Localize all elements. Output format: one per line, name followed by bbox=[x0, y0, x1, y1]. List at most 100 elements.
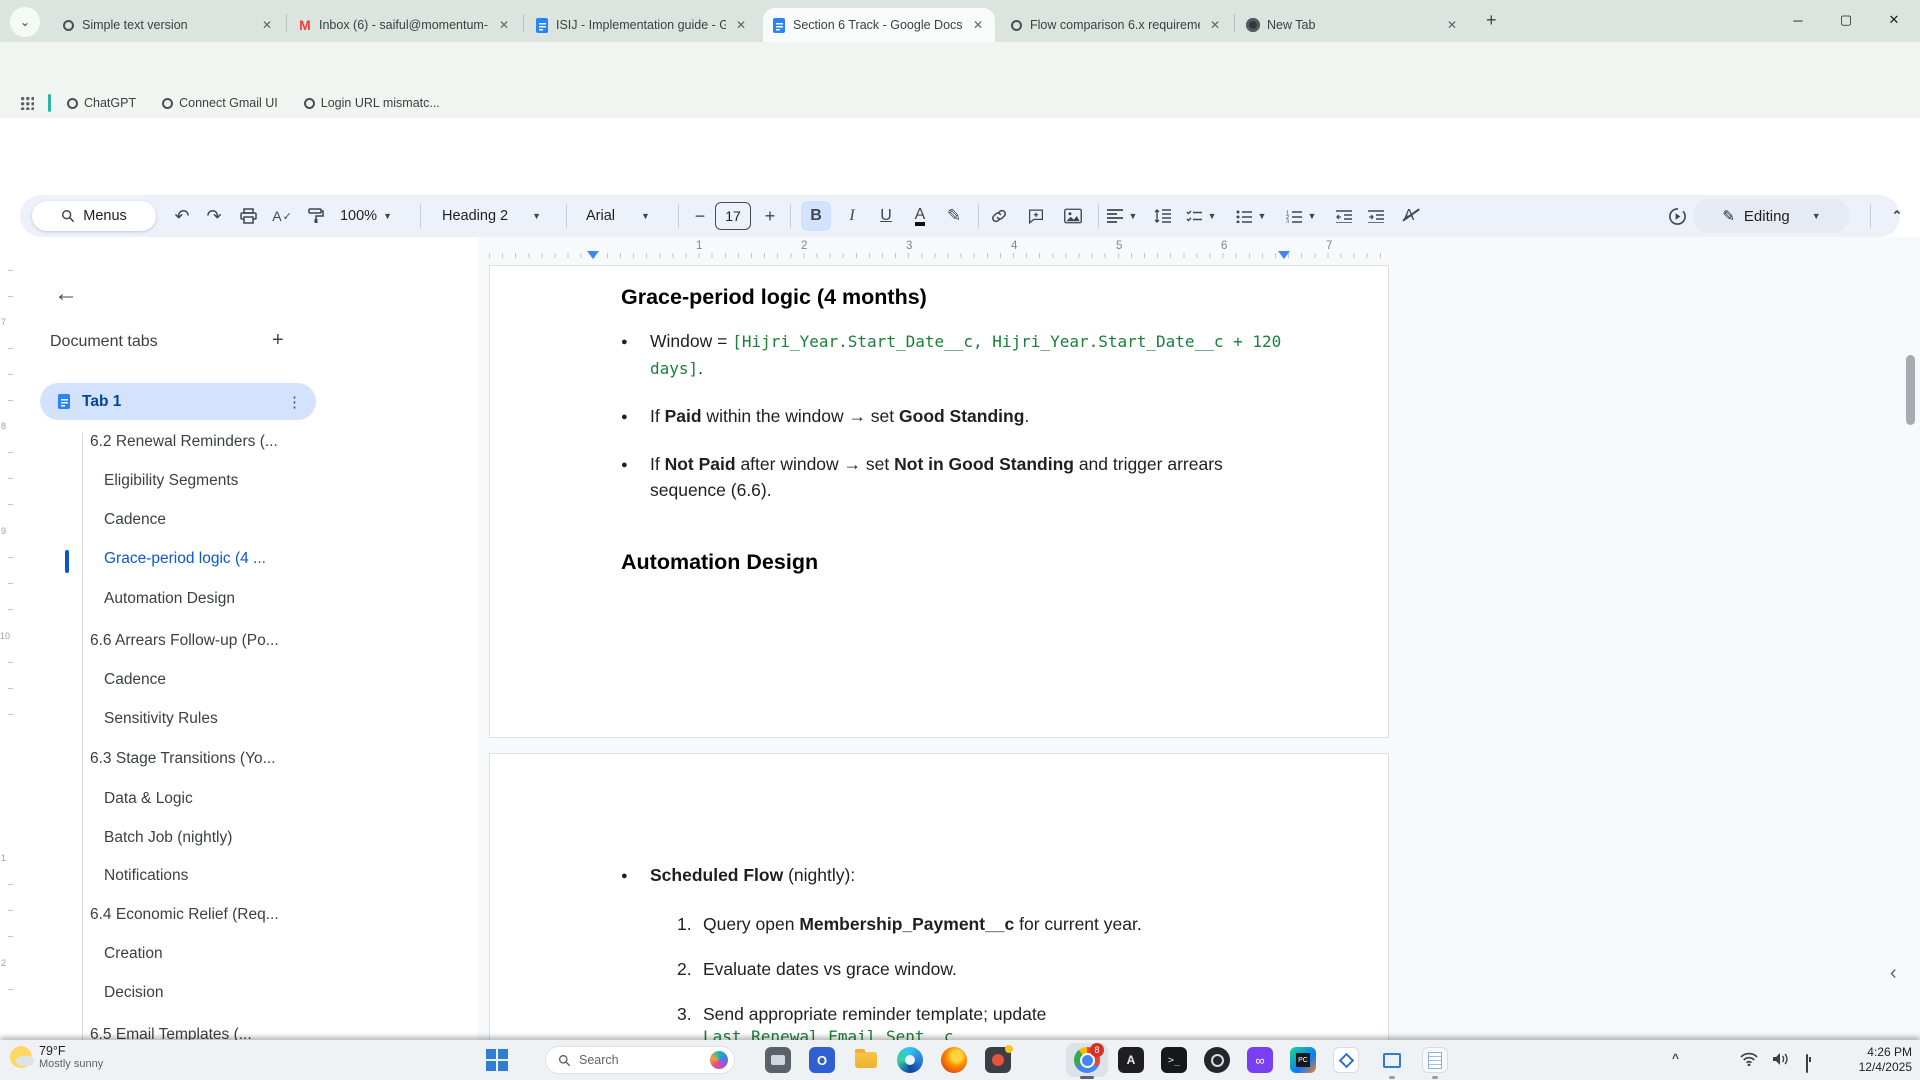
insert-image-icon[interactable] bbox=[1056, 195, 1090, 237]
bookmark-login-url-mismatch[interactable]: Login URL mismatc... bbox=[304, 96, 440, 110]
print-icon[interactable] bbox=[232, 195, 264, 237]
window-maximize-button[interactable]: ▢ bbox=[1824, 0, 1868, 40]
line-spacing-icon[interactable] bbox=[1146, 195, 1178, 237]
taskbar-app-firefox[interactable] bbox=[941, 1047, 967, 1073]
tab-new-tab[interactable]: New Tab ✕ bbox=[1237, 8, 1469, 42]
add-tab-button[interactable]: + bbox=[272, 329, 284, 352]
copilot-icon[interactable] bbox=[710, 1051, 728, 1069]
underline-button[interactable]: U bbox=[871, 195, 901, 237]
outline-item[interactable]: Cadence bbox=[104, 671, 166, 689]
tab-simple-text-version[interactable]: Simple text version ✕ bbox=[52, 8, 284, 42]
taskbar-app-outlook[interactable]: O bbox=[809, 1047, 835, 1073]
battery-icon[interactable] bbox=[1806, 1055, 1808, 1073]
taskbar-search[interactable]: Search bbox=[545, 1046, 735, 1074]
tray-hidden-icons-chevron[interactable]: ^ bbox=[1672, 1051, 1679, 1065]
outline-item[interactable]: 6.2 Renewal Reminders (... bbox=[90, 433, 278, 451]
outline-item[interactable]: 6.4 Economic Relief (Req... bbox=[90, 906, 279, 924]
font-size-field[interactable]: 17 bbox=[714, 195, 752, 237]
taskbar-app-remote-desktop[interactable] bbox=[765, 1047, 791, 1073]
bookmark-chatgpt[interactable]: ChatGPT bbox=[67, 96, 136, 110]
tab1-kebab-icon[interactable]: ⋮ bbox=[287, 393, 302, 411]
insert-link-icon[interactable] bbox=[982, 195, 1016, 237]
close-outline-arrow-icon[interactable]: ← bbox=[54, 280, 78, 308]
outline-item-clipped[interactable]: 6.5 Email Templates (... bbox=[90, 1026, 252, 1040]
hide-menus-chevron[interactable]: ⌃ bbox=[1882, 195, 1912, 237]
highlight-color-icon[interactable]: ✎ bbox=[939, 195, 969, 237]
taskbar-app-camera[interactable] bbox=[985, 1047, 1011, 1073]
taskbar-app-chrome[interactable]: 8 bbox=[1074, 1047, 1100, 1073]
new-tab-button[interactable]: + bbox=[1486, 10, 1497, 31]
taskbar-app-edge[interactable] bbox=[897, 1047, 923, 1073]
paragraph-style-select[interactable]: Heading 2▼ bbox=[434, 195, 560, 237]
paint-format-icon[interactable] bbox=[300, 195, 332, 237]
spellcheck-icon[interactable]: A✓ bbox=[266, 195, 298, 237]
outline-item[interactable]: 6.3 Stage Transitions (Yo... bbox=[90, 750, 276, 768]
decrease-indent-icon[interactable] bbox=[1328, 195, 1360, 237]
volume-icon[interactable] bbox=[1772, 1052, 1789, 1071]
tab-gmail-inbox[interactable]: M Inbox (6) - saiful@momentum-... ✕ bbox=[289, 8, 521, 42]
editing-mode-select[interactable]: ✎ Editing ▼ bbox=[1693, 199, 1850, 233]
start-button[interactable] bbox=[486, 1049, 508, 1071]
checklist-select[interactable]: ▼ bbox=[1180, 195, 1222, 237]
clear-formatting-icon[interactable]: A bbox=[1392, 195, 1426, 237]
tab-close-icon[interactable]: ✕ bbox=[495, 16, 513, 34]
numbered-list-select[interactable]: 123▼ bbox=[1280, 195, 1322, 237]
menus-search-button[interactable]: Menus bbox=[32, 201, 156, 231]
add-comment-icon[interactable] bbox=[1019, 195, 1053, 237]
increase-indent-icon[interactable] bbox=[1360, 195, 1392, 237]
left-indent-marker[interactable] bbox=[587, 251, 599, 259]
show-side-panel-chevron[interactable]: ‹ bbox=[1890, 962, 1897, 985]
tab-close-icon[interactable]: ✕ bbox=[969, 16, 987, 34]
taskbar-app-pycharm[interactable]: PC bbox=[1290, 1047, 1316, 1073]
taskbar-app-snipping-tool[interactable] bbox=[1379, 1047, 1405, 1073]
document-page-1[interactable]: Grace-period logic (4 months) ●Window = … bbox=[489, 265, 1389, 738]
taskbar-app-file-explorer[interactable] bbox=[853, 1047, 879, 1073]
outline-item[interactable]: Batch Job (nightly) bbox=[104, 829, 232, 847]
apps-grid-icon[interactable] bbox=[20, 96, 34, 110]
taskbar-app-terminal[interactable]: >_ bbox=[1161, 1047, 1187, 1073]
scrollbar-thumb[interactable] bbox=[1906, 355, 1915, 425]
outline-item[interactable]: Eligibility Segments bbox=[104, 472, 238, 490]
outline-item[interactable]: Notifications bbox=[104, 867, 188, 885]
taskbar-app-obs[interactable] bbox=[1204, 1047, 1230, 1073]
outline-item[interactable]: Decision bbox=[104, 984, 163, 1002]
redo-icon[interactable]: ↷ bbox=[198, 195, 230, 237]
font-size-decrease-button[interactable]: − bbox=[688, 195, 712, 237]
tab-close-icon[interactable]: ✕ bbox=[732, 16, 750, 34]
tab-flow-comparison[interactable]: Flow comparison 6.x requireme... ✕ bbox=[1000, 8, 1232, 42]
taskbar-app-photoshop[interactable]: A bbox=[1118, 1047, 1144, 1073]
undo-icon[interactable]: ↶ bbox=[166, 195, 198, 237]
tab-close-icon[interactable]: ✕ bbox=[1206, 16, 1224, 34]
tab-close-icon[interactable]: ✕ bbox=[1443, 16, 1461, 34]
tab-close-icon[interactable]: ✕ bbox=[258, 16, 276, 34]
bold-button-active[interactable]: B bbox=[799, 195, 833, 237]
bookmark-connect-gmail-ui[interactable]: Connect Gmail UI bbox=[162, 96, 278, 110]
tab-isij-guide[interactable]: ISIJ - Implementation guide - G... ✕ bbox=[526, 8, 758, 42]
taskbar-app-visual-studio[interactable]: ∞ bbox=[1247, 1047, 1273, 1073]
outline-item[interactable]: Sensitivity Rules bbox=[104, 710, 218, 728]
align-select[interactable]: ▼ bbox=[1102, 195, 1142, 237]
zoom-select[interactable]: 100%▼ bbox=[338, 195, 394, 237]
tab-search-button[interactable]: ⌄ bbox=[10, 7, 40, 37]
outline-item[interactable]: Creation bbox=[104, 945, 163, 963]
outline-item[interactable]: Cadence bbox=[104, 511, 166, 529]
taskbar-app-notepad[interactable] bbox=[1422, 1047, 1448, 1073]
tab-section6-track-active[interactable]: Section 6 Track - Google Docs ✕ bbox=[763, 8, 995, 42]
text-color-button[interactable]: A bbox=[905, 195, 935, 237]
italic-button[interactable]: I bbox=[837, 195, 867, 237]
outline-item[interactable]: Data & Logic bbox=[104, 790, 193, 808]
window-close-button[interactable]: ✕ bbox=[1872, 0, 1916, 40]
bullet-list-select[interactable]: ▼ bbox=[1230, 195, 1272, 237]
tab1-pill[interactable]: Tab 1 ⋮ bbox=[40, 383, 316, 420]
right-indent-marker[interactable] bbox=[1278, 251, 1290, 259]
weather-widget[interactable]: 79°F Mostly sunny bbox=[10, 1044, 103, 1070]
wifi-icon[interactable] bbox=[1740, 1052, 1758, 1071]
outline-item-active[interactable]: Grace-period logic (4 ... bbox=[104, 550, 266, 568]
window-minimize-button[interactable]: ─ bbox=[1776, 0, 1820, 40]
taskbar-clock[interactable]: 4:26 PM 12/4/2025 bbox=[1859, 1045, 1912, 1075]
outline-item[interactable]: Automation Design bbox=[104, 590, 235, 608]
outline-item[interactable]: 6.6 Arrears Follow-up (Po... bbox=[90, 632, 279, 650]
taskbar-app-drawio[interactable] bbox=[1333, 1047, 1359, 1073]
font-family-select[interactable]: Arial▼ bbox=[578, 195, 678, 237]
document-page-2[interactable]: ●Scheduled Flow (nightly): 1.Query open … bbox=[489, 753, 1389, 1040]
